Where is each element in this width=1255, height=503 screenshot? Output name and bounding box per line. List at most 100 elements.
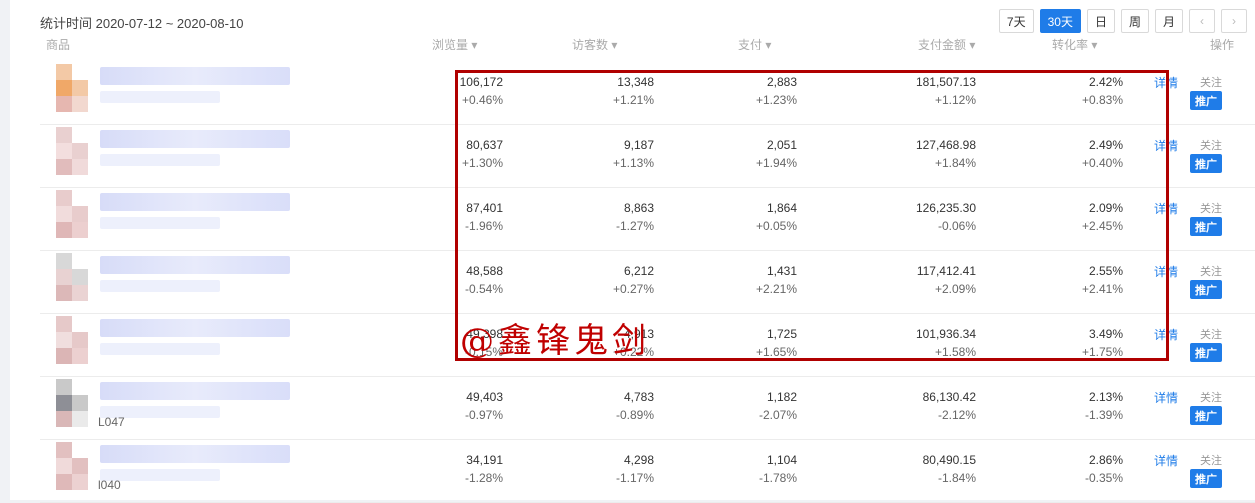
product-sku: l040 (98, 478, 121, 492)
metric-value: 2.49% (1088, 138, 1123, 152)
metric-change: -0.35% (1084, 471, 1123, 485)
product-subtitle-blurred (100, 343, 220, 355)
metric-value: 2.42% (1088, 75, 1123, 89)
metric-change: -0.06% (937, 219, 976, 233)
product-name-blurred[interactable] (100, 193, 290, 211)
metric-cell-1: 106,172 +0.46% (460, 73, 503, 109)
header-col-4[interactable]: 支付金额 ▾ (918, 36, 975, 50)
metric-value: 87,401 (466, 201, 503, 215)
follow-button[interactable]: 关注 (1200, 263, 1222, 279)
metric-cell-4: 126,235.30 -0.06% (916, 199, 976, 235)
metric-value: 2,883 (766, 75, 797, 89)
metric-cell-5: 2.42% +0.83% (1082, 73, 1123, 109)
detail-link[interactable]: 详情 (1154, 263, 1178, 280)
period-7d-button[interactable]: 7天 (998, 9, 1034, 33)
follow-button[interactable]: 关注 (1200, 389, 1222, 405)
follow-button[interactable]: 关注 (1200, 74, 1222, 90)
metric-change: -1.39% (1084, 408, 1123, 422)
metric-cell-3: 1,725 +1.65% (756, 325, 797, 361)
metric-value: 1,725 (766, 327, 797, 341)
metric-value: 48,588 (466, 264, 503, 278)
promote-button[interactable]: 推广 (1190, 406, 1222, 425)
metric-change: -2.12% (937, 408, 976, 422)
metric-change: -1.78% (758, 471, 797, 485)
metric-cell-3: 1,864 +0.05% (756, 199, 797, 235)
product-thumbnail[interactable] (48, 379, 96, 435)
table-row: L047 49,403 -0.97% 4,783 -0.89% 1,182 -2.07% 86… (40, 376, 1255, 440)
metric-cell-2: 4,783 -0.89% (616, 388, 654, 424)
header-col-2[interactable]: 访客数 ▾ (572, 36, 617, 50)
metric-change: +0.83% (1081, 93, 1123, 107)
period-30d-button[interactable]: 30天 (1039, 9, 1081, 33)
product-subtitle-blurred (100, 217, 220, 229)
metric-cell-3: 1,431 +2.21% (756, 262, 797, 298)
header-col-5[interactable]: 转化率 ▾ (1052, 36, 1097, 50)
detail-link[interactable]: 详情 (1154, 389, 1178, 406)
promote-button[interactable]: 推广 (1190, 154, 1222, 173)
metric-cell-1: 87,401 -1.96% (465, 199, 503, 235)
header-col-1[interactable]: 浏览量 ▾ (432, 36, 477, 50)
follow-button[interactable]: 关注 (1200, 137, 1222, 153)
promote-button[interactable]: 推广 (1190, 280, 1222, 299)
metric-change: -2.07% (758, 408, 797, 422)
product-name-blurred[interactable] (100, 445, 290, 463)
metric-change: +1.94% (755, 156, 797, 170)
metric-change: +1.84% (934, 156, 976, 170)
follow-button[interactable]: 关注 (1200, 452, 1222, 468)
metric-value: 181,507.13 (915, 75, 976, 89)
next-page-icon[interactable]: › (1221, 9, 1247, 33)
metric-value: 126,235.30 (915, 201, 976, 215)
prev-page-icon[interactable]: ‹ (1189, 9, 1215, 33)
metric-cell-2: 13,348 +1.21% (613, 73, 654, 109)
metric-cell-5: 2.49% +0.40% (1082, 136, 1123, 172)
detail-link[interactable]: 详情 (1154, 137, 1178, 154)
metric-cell-1: 34,191 -1.28% (465, 451, 503, 487)
metric-value: 1,182 (766, 390, 797, 404)
product-thumbnail[interactable] (48, 127, 96, 183)
product-thumbnail[interactable] (48, 316, 96, 372)
product-name-blurred[interactable] (100, 256, 290, 274)
promote-button[interactable]: 推广 (1190, 469, 1222, 488)
metric-change: -0.89% (615, 408, 654, 422)
metric-change: -1.28% (464, 471, 503, 485)
metric-cell-5: 2.09% +2.45% (1082, 199, 1123, 235)
detail-link[interactable]: 详情 (1154, 200, 1178, 217)
table-row: 80,637 +1.30% 9,187 +1.13% 2,051 +1.94% 127,46… (40, 124, 1255, 188)
metric-value: 49,403 (466, 390, 503, 404)
metric-value: 34,191 (466, 453, 503, 467)
metric-value: 106,172 (459, 75, 503, 89)
promote-button[interactable]: 推广 (1190, 343, 1222, 362)
detail-link[interactable]: 详情 (1154, 326, 1178, 343)
metric-cell-1: 49,403 -0.97% (465, 388, 503, 424)
watermark: @鑫锋鬼剑 (460, 321, 650, 361)
date-range-label: 统计时间 2020-07-12 ~ 2020-08-10 (40, 16, 244, 31)
product-thumbnail[interactable] (48, 442, 96, 498)
product-sku: L047 (98, 415, 125, 429)
header-col-3[interactable]: 支付 ▾ (738, 36, 771, 50)
period-week-button[interactable]: 周 (1120, 9, 1149, 33)
period-day-button[interactable]: 日 (1086, 9, 1115, 33)
product-thumbnail[interactable] (48, 190, 96, 246)
promote-button[interactable]: 推广 (1190, 91, 1222, 110)
metric-cell-4: 101,936.34 +1.58% (916, 325, 976, 361)
product-thumbnail[interactable] (48, 253, 96, 309)
detail-link[interactable]: 详情 (1154, 74, 1178, 91)
metric-change: +0.46% (461, 93, 503, 107)
metric-change: +2.09% (934, 282, 976, 296)
product-thumbnail[interactable] (48, 64, 96, 120)
header-product: 商品 (46, 38, 71, 50)
metric-change: +1.58% (934, 345, 976, 359)
metric-change: -1.96% (464, 219, 503, 233)
product-name-blurred[interactable] (100, 130, 290, 148)
promote-button[interactable]: 推广 (1190, 217, 1222, 236)
product-name-blurred[interactable] (100, 67, 290, 85)
product-name-blurred[interactable] (100, 319, 290, 337)
detail-link[interactable]: 详情 (1154, 452, 1178, 469)
metric-change: +0.27% (612, 282, 654, 296)
period-month-button[interactable]: 月 (1154, 9, 1183, 33)
product-name-blurred[interactable] (100, 382, 290, 400)
follow-button[interactable]: 关注 (1200, 326, 1222, 342)
follow-button[interactable]: 关注 (1200, 200, 1222, 216)
metric-cell-4: 117,412.41 +2.09% (917, 262, 976, 298)
metric-value: 80,637 (466, 138, 503, 152)
